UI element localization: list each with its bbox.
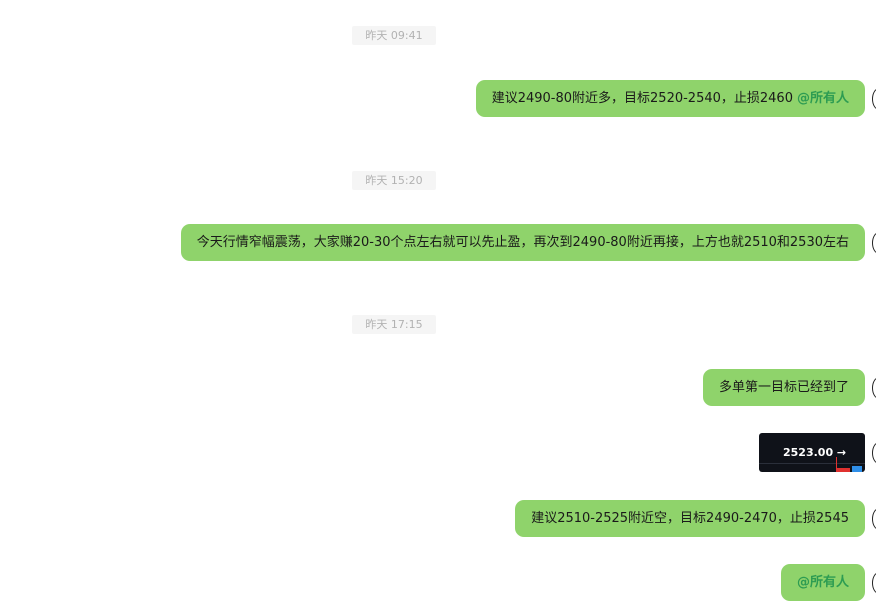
message-text: 建议2510-2525附近空，目标2490-2470，止损2545	[531, 511, 849, 526]
timestamp: 昨天 15:20	[352, 171, 436, 190]
mention-all[interactable]: @所有人	[797, 575, 849, 590]
message-text: 多单第一目标已经到了	[718, 380, 849, 395]
avatar[interactable]	[872, 377, 876, 399]
avatar[interactable]	[872, 232, 876, 254]
avatar[interactable]	[872, 442, 876, 464]
message-bubble[interactable]: 今天行情窄幅震荡，大家赚20-30个点左右就可以先止盈，再次到2490-80附近…	[180, 224, 865, 261]
message-text: 建议2490-80附近多，目标2520-2540，止损2460	[491, 91, 793, 106]
timestamp: 昨天 17:15	[352, 315, 436, 334]
blue-marker	[852, 466, 862, 472]
mention-all[interactable]: @所有人	[797, 91, 849, 106]
message-bubble[interactable]: 多单第一目标已经到了	[702, 369, 865, 406]
avatar[interactable]	[872, 88, 876, 110]
red-bar	[836, 468, 850, 472]
message-bubble[interactable]: @所有人	[780, 564, 865, 601]
timestamp: 昨天 09:41	[352, 26, 436, 45]
avatar[interactable]	[872, 508, 876, 530]
chat-window: 昨天 09:41 建议2490-80附近多，目标2520-2540，止损2460…	[0, 0, 876, 611]
message-bubble[interactable]: 建议2490-80附近多，目标2520-2540，止损2460 @所有人	[475, 80, 865, 117]
image-message[interactable]: 2523.00 →	[759, 433, 865, 472]
message-bubble[interactable]: 建议2510-2525附近空，目标2490-2470，止损2545	[515, 500, 865, 537]
message-text: 今天行情窄幅震荡，大家赚20-30个点左右就可以先止盈，再次到2490-80附近…	[196, 235, 849, 250]
avatar[interactable]	[872, 572, 876, 594]
